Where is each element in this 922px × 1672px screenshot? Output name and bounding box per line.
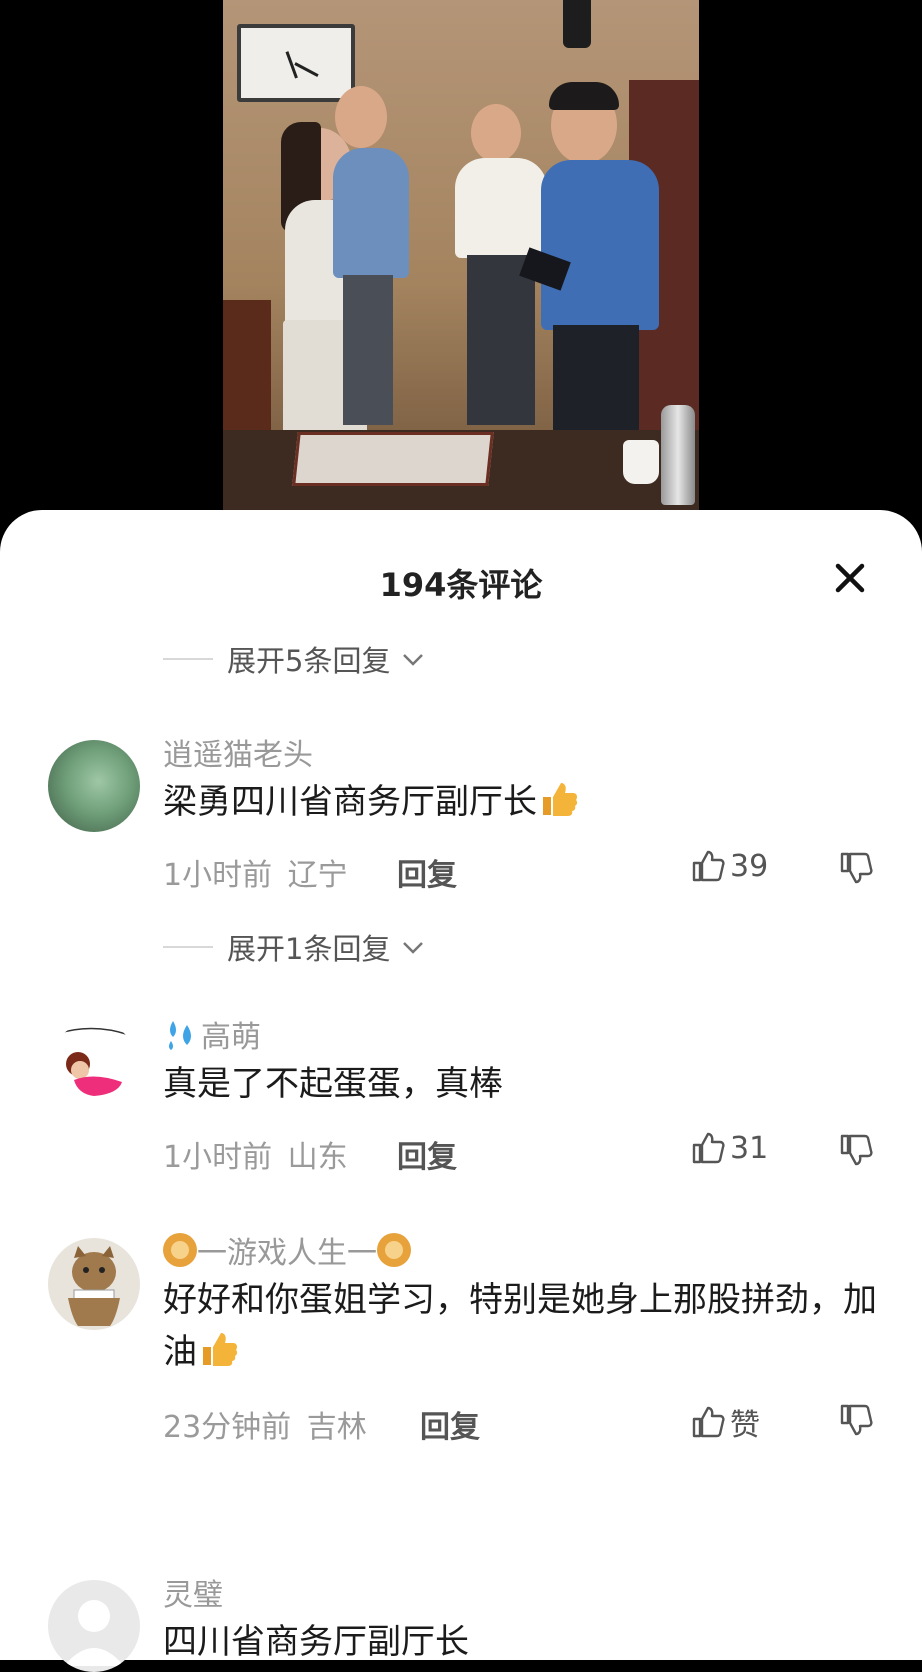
close-icon[interactable] xyxy=(830,558,870,598)
avatar[interactable] xyxy=(48,1580,140,1672)
thumbs-up-icon xyxy=(692,850,725,882)
comment-time: 1小时前 xyxy=(163,1140,273,1175)
reply-button[interactable]: 回复 xyxy=(397,1132,457,1176)
expand-replies-label: 展开5条回复 xyxy=(227,644,391,678)
expand-replies-label: 展开1条回复 xyxy=(227,932,391,966)
comment-sheet: 194条评论 展开5条回复 逍遥猫老头 梁勇四川省商务厅副厅长 1小时前 辽宁 … xyxy=(0,510,922,1672)
comment-author-name: 一游戏人生一 xyxy=(197,1236,377,1271)
thumbs-up-emoji-icon xyxy=(203,1333,238,1366)
expand-replies-button[interactable]: 展开1条回复 xyxy=(163,926,426,968)
comment-author-name: 高萌 xyxy=(201,1020,261,1055)
comment-author[interactable]: 高萌 xyxy=(163,1012,261,1056)
avatar[interactable] xyxy=(48,1022,140,1114)
thumbs-up-emoji-icon xyxy=(543,783,578,816)
lion-emoji-icon xyxy=(377,1233,411,1267)
comment-location: 辽宁 xyxy=(287,858,348,893)
lion-emoji-icon xyxy=(163,1233,197,1267)
reply-button[interactable]: 回复 xyxy=(397,850,457,894)
thermos xyxy=(661,405,695,505)
ceiling-speaker xyxy=(563,0,591,48)
like-button[interactable]: 赞 xyxy=(690,1400,760,1444)
avatar[interactable] xyxy=(48,740,140,832)
thumbs-up-icon xyxy=(692,1132,725,1164)
comment-meta: 1小时前 山东 xyxy=(163,1132,348,1176)
thumbs-down-icon[interactable] xyxy=(838,1132,874,1168)
thumbs-down-icon[interactable] xyxy=(838,1402,874,1438)
like-button[interactable]: 39 xyxy=(690,848,768,884)
chevron-down-icon xyxy=(403,654,424,666)
sweat-drops-icon xyxy=(169,1021,191,1050)
comment-text: 梁勇四川省商务厅副厅长 xyxy=(163,776,883,828)
comment-meta: 1小时前 辽宁 xyxy=(163,850,348,894)
comment-time: 23分钟前 xyxy=(163,1410,292,1445)
comment-time: 1小时前 xyxy=(163,858,273,893)
like-count: 31 xyxy=(730,1130,769,1166)
thumbs-down-icon[interactable] xyxy=(838,850,874,886)
comment-text: 四川省商务厅副厅长 xyxy=(163,1622,469,1662)
expand-replies-button[interactable]: 展开5条回复 xyxy=(163,638,426,680)
comment-text: 真是了不起蛋蛋，真棒 xyxy=(163,1064,503,1104)
video-frame[interactable] xyxy=(223,0,699,515)
comment-meta: 23分钟前 吉林 xyxy=(163,1402,367,1446)
comment-location: 山东 xyxy=(287,1140,348,1175)
like-button[interactable]: 31 xyxy=(690,1130,768,1166)
comment-text-body: 好好和你蛋姐学习，特别是她身上那股拼劲，加油 xyxy=(163,1280,877,1372)
comment-author[interactable]: 一游戏人生一 xyxy=(163,1228,411,1272)
thumbs-up-icon xyxy=(692,1406,725,1438)
like-count: 赞 xyxy=(730,1408,760,1443)
comment-text-body: 梁勇四川省商务厅副厅长 xyxy=(163,782,537,822)
sheet-title: 194条评论 xyxy=(379,566,543,604)
chevron-down-icon xyxy=(403,942,424,954)
avatar[interactable] xyxy=(48,1238,140,1330)
reply-button[interactable]: 回复 xyxy=(420,1402,480,1446)
like-count: 39 xyxy=(730,848,769,884)
wall-clock xyxy=(237,24,355,102)
comment-location: 吉林 xyxy=(306,1410,367,1445)
comment-text: 好好和你蛋姐学习，特别是她身上那股拼劲，加油 xyxy=(163,1274,883,1378)
comment-author[interactable]: 灵璧 xyxy=(163,1570,223,1614)
plaque xyxy=(292,432,494,486)
comment-author[interactable]: 逍遥猫老头 xyxy=(163,730,313,774)
tea-cup xyxy=(623,440,659,484)
